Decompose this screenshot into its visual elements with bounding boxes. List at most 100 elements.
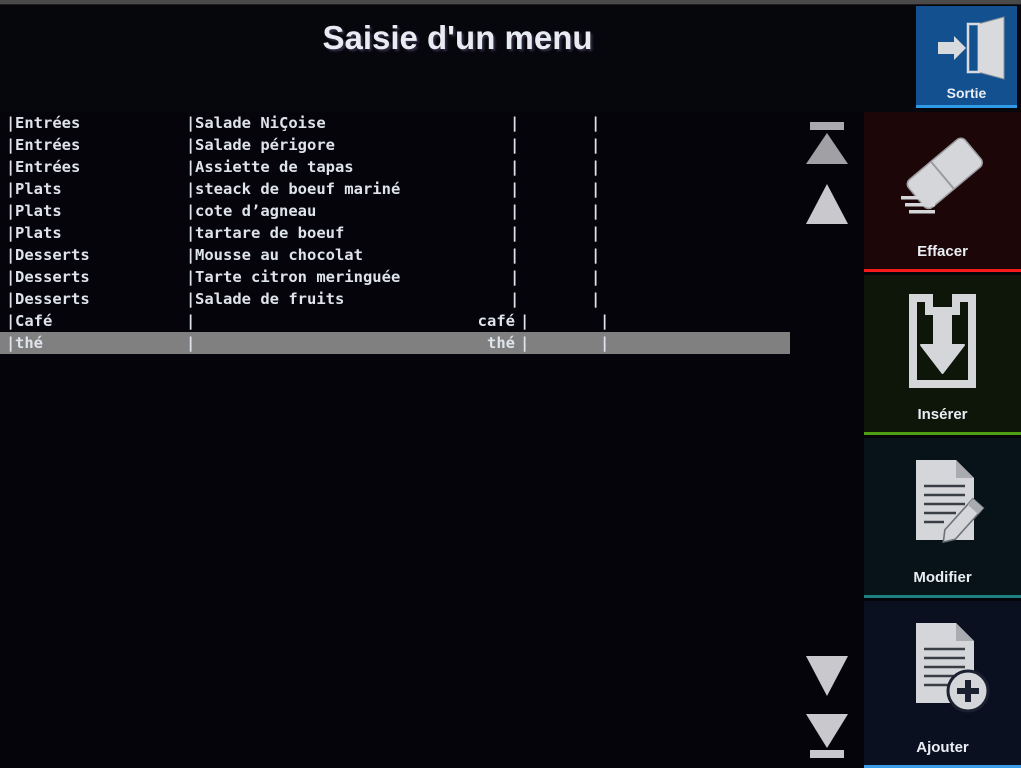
table-row[interactable]: | Plats | tartare de boeuf | | [0,222,790,244]
row-category: Entrées [15,158,81,176]
row-separator-1: | [6,246,16,264]
row-separator-2: | [186,136,196,154]
table-row[interactable]: | Desserts | Tarte citron meringuée | | [0,266,790,288]
row-separator-3: | [510,224,520,242]
row-separator-2: | [186,312,196,330]
row-separator-4: | [591,246,601,264]
scroll-down-button[interactable] [799,652,855,700]
modifier-button-label: Modifier [913,569,972,586]
row-separator-3: | [510,268,520,286]
inserer-button-label: Insérer [917,406,968,423]
row-separator-1: | [6,312,16,330]
effacer-button[interactable]: Effacer [864,112,1021,272]
row-separator-2: | [186,224,196,242]
row-category: Entrées [15,114,81,132]
row-separator-3: | [510,246,520,264]
document-plus-icon [864,615,1021,719]
insert-download-icon [864,289,1021,393]
scroll-up-button[interactable] [799,180,855,228]
row-dish: Mousse au chocolat [195,246,363,264]
row-category: Plats [15,224,62,242]
modifier-button[interactable]: Modifier [864,438,1021,598]
application-window: Saisie d'un menu Sortie | Entrées | Salade … [0,0,1021,768]
row-dish: Salade de fruits [195,290,345,308]
row-separator-1: | [6,158,16,176]
row-separator-3: | [520,334,530,352]
row-separator-1: | [6,136,16,154]
row-dish: Tarte citron meringuée [195,268,401,286]
row-separator-2: | [186,158,196,176]
row-separator-4: | [591,290,601,308]
row-category: Desserts [15,290,90,308]
row-dish: tartare de boeuf [195,224,345,242]
ajouter-button-label: Ajouter [916,739,969,756]
row-category: Plats [15,202,62,220]
row-separator-3: | [510,290,520,308]
exit-door-icon [916,14,1017,82]
row-separator-4: | [591,180,601,198]
row-separator-1: | [6,202,16,220]
row-separator-3: | [510,136,520,154]
table-row[interactable]: | Desserts | Salade de fruits | | [0,288,790,310]
inserer-button[interactable]: Insérer [864,275,1021,435]
row-separator-3: | [510,202,520,220]
scroll-arrow-column [790,112,864,768]
row-dish: cote d’agneau [195,202,317,220]
row-separator-1: | [6,224,16,242]
row-separator-4: | [600,312,610,330]
action-button-panel: Effacer Insérer Modifier Ajouter [864,112,1021,768]
row-separator-2: | [186,246,196,264]
table-row[interactable]: | Entrées | Assiette de tapas | | [0,156,790,178]
row-dish: Salade NiÇoise [195,114,326,132]
row-separator-3: | [510,114,520,132]
row-category: Desserts [15,246,90,264]
scroll-to-top-button[interactable] [799,120,855,168]
row-separator-3: | [510,180,520,198]
row-extra: thé [487,334,515,352]
row-separator-2: | [186,290,196,308]
row-separator-1: | [6,268,16,286]
row-separator-2: | [186,202,196,220]
row-separator-1: | [6,180,16,198]
row-separator-3: | [520,312,530,330]
ajouter-button[interactable]: Ajouter [864,601,1021,768]
page-title: Saisie d'un menu [322,19,593,56]
row-extra: café [477,312,515,330]
row-separator-4: | [600,334,610,352]
row-separator-1: | [6,334,16,352]
effacer-button-label: Effacer [917,243,968,260]
table-row[interactable]: | Entrées | Salade périgore | | [0,134,790,156]
row-category: Entrées [15,136,81,154]
exit-button-label: Sortie [946,85,987,101]
header-bar: Saisie d'un menu [0,5,1021,112]
table-row[interactable]: | Plats | cote d’agneau | | [0,200,790,222]
row-category: thé [15,334,43,352]
document-pencil-icon [864,452,1021,556]
row-separator-4: | [591,158,601,176]
eraser-icon [864,126,1021,230]
table-row[interactable]: | Plats | steack de boeuf mariné | | [0,178,790,200]
row-category: Plats [15,180,62,198]
row-separator-2: | [186,114,196,132]
table-row[interactable]: | Entrées | Salade NiÇoise | | [0,112,790,134]
scroll-to-bottom-button[interactable] [799,712,855,760]
table-row[interactable]: | Café | café | | [0,310,790,332]
exit-button[interactable]: Sortie [916,6,1017,108]
row-separator-4: | [591,114,601,132]
row-separator-2: | [186,334,196,352]
row-separator-2: | [186,268,196,286]
menu-list[interactable]: | Entrées | Salade NiÇoise | | | Entrées | Salade… [0,112,790,768]
table-row[interactable]: | Desserts | Mousse au chocolat | | [0,244,790,266]
row-separator-3: | [510,158,520,176]
row-separator-4: | [591,268,601,286]
row-dish: Salade périgore [195,136,335,154]
row-category: Desserts [15,268,90,286]
row-separator-4: | [591,136,601,154]
row-separator-1: | [6,290,16,308]
row-separator-2: | [186,180,196,198]
row-category: Café [15,312,53,330]
row-separator-4: | [591,202,601,220]
row-dish: steack de boeuf mariné [195,180,401,198]
row-separator-4: | [591,224,601,242]
table-row[interactable]: | thé | thé | | [0,332,790,354]
